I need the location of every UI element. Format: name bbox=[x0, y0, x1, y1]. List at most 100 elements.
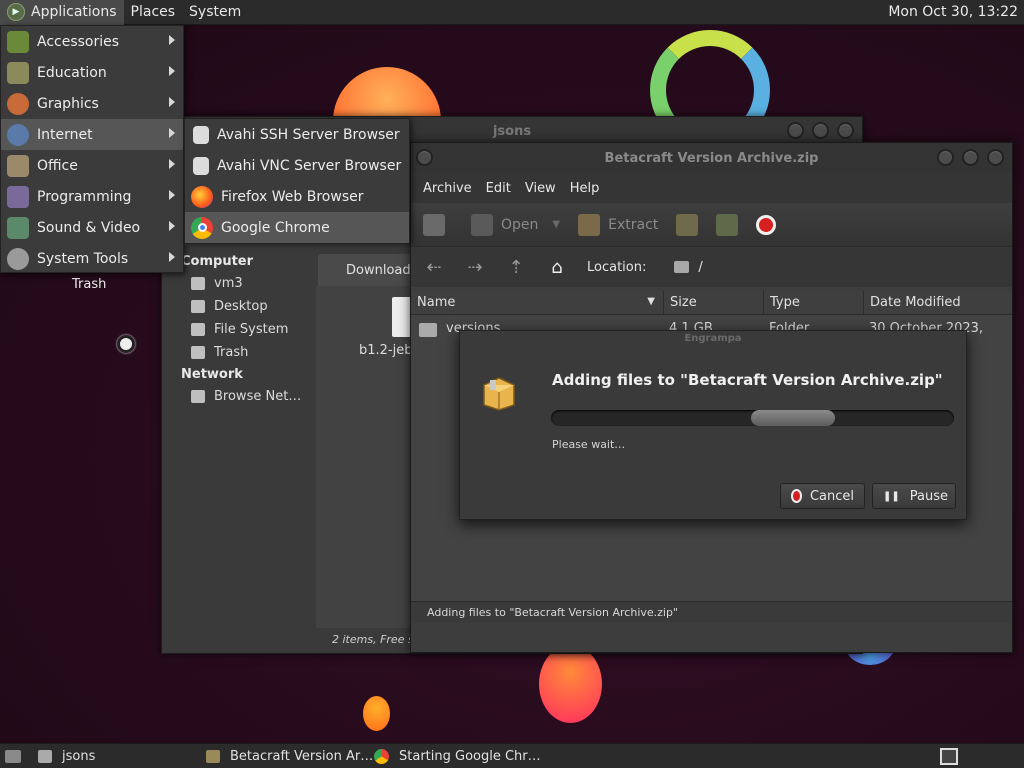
extract-icon bbox=[578, 213, 601, 236]
clock[interactable]: Mon Oct 30, 13:22 bbox=[888, 4, 1024, 20]
column-name-label: Name bbox=[417, 295, 456, 310]
decorative-small-orange bbox=[363, 696, 390, 731]
menu-item-avahi-vnc[interactable]: Avahi VNC Server Browser bbox=[185, 150, 409, 181]
location-value[interactable]: / bbox=[698, 260, 702, 275]
close-button[interactable] bbox=[987, 149, 1004, 166]
sidebar-item-label: Trash bbox=[214, 345, 249, 360]
column-size[interactable]: Size bbox=[664, 291, 764, 314]
sidebar-item-label: vm3 bbox=[214, 276, 243, 291]
network-icon bbox=[191, 390, 205, 403]
system-menu-button[interactable]: System bbox=[182, 0, 248, 25]
sidebar-item-desktop[interactable]: Desktop bbox=[162, 295, 312, 318]
please-wait-text: Please wait… bbox=[552, 438, 626, 451]
dialog-title: Engrampa bbox=[684, 333, 742, 344]
sidebar-item-vm3[interactable]: vm3 bbox=[162, 272, 312, 295]
menu-item-label: Google Chrome bbox=[221, 219, 330, 236]
desktop-icon bbox=[191, 300, 205, 313]
taskbar-item-chrome[interactable]: Starting Google Chr… bbox=[374, 744, 574, 768]
menu-help[interactable]: Help bbox=[563, 181, 607, 196]
menu-item-education[interactable]: Education bbox=[1, 57, 183, 88]
system-tools-icon bbox=[7, 247, 29, 270]
graphics-icon bbox=[7, 92, 29, 115]
chevron-right-icon bbox=[169, 97, 175, 107]
desktop-trash-label[interactable]: Trash bbox=[72, 277, 106, 292]
open-archive-icon bbox=[471, 213, 493, 236]
extract-button[interactable]: Extract bbox=[578, 213, 659, 236]
chevron-down-icon: ▼ bbox=[552, 219, 561, 230]
sidebar-item-file-system[interactable]: File System bbox=[162, 318, 312, 341]
accessories-icon bbox=[7, 30, 29, 53]
menu-item-firefox[interactable]: Firefox Web Browser bbox=[185, 181, 409, 212]
menu-item-programming[interactable]: Programming bbox=[1, 181, 183, 212]
archive-icon bbox=[206, 749, 220, 763]
maximize-button[interactable] bbox=[962, 149, 979, 166]
minimize-button[interactable] bbox=[937, 149, 954, 166]
sidebar-item-label: File System bbox=[214, 322, 289, 337]
file-list-header: Name ▼ Size Type Date Modified bbox=[411, 291, 1012, 315]
extract-label: Extract bbox=[608, 216, 659, 233]
menu-item-internet[interactable]: Internet bbox=[1, 119, 183, 150]
bottom-panel: jsons Betacraft Version Ar… Starting Goo… bbox=[0, 743, 1024, 768]
show-desktop-button[interactable] bbox=[0, 744, 38, 768]
sidebar-item-browse-network[interactable]: Browse Net… bbox=[162, 385, 312, 408]
stop-button[interactable] bbox=[756, 214, 777, 235]
chrome-center bbox=[197, 223, 207, 232]
chevron-right-icon bbox=[169, 190, 175, 200]
office-icon bbox=[7, 154, 29, 177]
mate-logo-icon: ▶ bbox=[7, 3, 25, 21]
trash-icon bbox=[191, 346, 205, 359]
add-folder-icon bbox=[716, 213, 739, 236]
tab-downloads[interactable]: Downloads bbox=[318, 254, 418, 286]
task-label: Betacraft Version Ar… bbox=[230, 748, 374, 764]
top-panel: ▶ Applications Places System Mon Oct 30,… bbox=[0, 0, 1024, 25]
folder-icon bbox=[674, 261, 690, 273]
maximize-button[interactable] bbox=[812, 122, 829, 139]
menu-item-avahi-ssh[interactable]: Avahi SSH Server Browser bbox=[185, 119, 409, 150]
forward-arrow-icon[interactable]: ⇢ bbox=[464, 257, 486, 278]
pause-icon: ❚❚ bbox=[883, 490, 900, 502]
menu-item-accessories[interactable]: Accessories bbox=[1, 26, 183, 57]
cancel-button[interactable]: Cancel bbox=[780, 483, 865, 509]
column-type[interactable]: Type bbox=[764, 291, 864, 314]
menu-item-google-chrome[interactable]: Google Chrome bbox=[185, 212, 409, 243]
sidebar-heading-network: Network bbox=[181, 367, 243, 382]
menu-item-office[interactable]: Office bbox=[1, 150, 183, 181]
minimize-button[interactable] bbox=[787, 122, 804, 139]
sound-video-icon bbox=[7, 216, 29, 239]
menu-item-graphics[interactable]: Graphics bbox=[1, 88, 183, 119]
programming-icon bbox=[7, 185, 29, 208]
applications-menu-button[interactable]: ▶ Applications bbox=[0, 0, 124, 25]
home-icon[interactable]: ⌂ bbox=[546, 257, 568, 278]
menu-item-label: System Tools bbox=[37, 250, 129, 267]
menu-item-sound-video[interactable]: Sound & Video bbox=[1, 212, 183, 243]
open-button[interactable]: Open ▼ bbox=[471, 213, 561, 236]
column-date-modified[interactable]: Date Modified bbox=[864, 291, 1012, 314]
back-arrow-icon[interactable]: ⇠ bbox=[423, 257, 445, 278]
new-archive-button[interactable] bbox=[423, 213, 453, 236]
taskbar-item-jsons[interactable]: jsons bbox=[38, 744, 206, 768]
add-files-button[interactable] bbox=[676, 213, 699, 236]
add-folder-button[interactable] bbox=[716, 213, 739, 236]
column-name[interactable]: Name ▼ bbox=[411, 291, 664, 314]
menu-archive[interactable]: Archive bbox=[416, 181, 479, 196]
dialog-heading: Adding files to "Betacraft Version Archi… bbox=[552, 371, 943, 389]
workspace-switcher[interactable] bbox=[940, 744, 958, 768]
pause-button[interactable]: ❚❚ Pause bbox=[872, 483, 956, 509]
stop-icon bbox=[791, 489, 802, 503]
sidebar-item-trash[interactable]: Trash bbox=[162, 341, 312, 364]
menu-view[interactable]: View bbox=[518, 181, 563, 196]
archive-titlebar[interactable]: Betacraft Version Archive.zip bbox=[411, 143, 1012, 173]
taskbar-item-betacraft[interactable]: Betacraft Version Ar… bbox=[206, 744, 374, 768]
menu-edit[interactable]: Edit bbox=[479, 181, 518, 196]
window-menu-button[interactable] bbox=[416, 149, 433, 166]
progress-bar bbox=[551, 410, 954, 426]
folder-icon bbox=[419, 323, 437, 337]
close-button[interactable] bbox=[837, 122, 854, 139]
places-menu-button[interactable]: Places bbox=[124, 0, 183, 25]
pause-label: Pause bbox=[909, 488, 948, 504]
harddisk-icon bbox=[191, 323, 205, 336]
up-arrow-icon[interactable]: ⇡ bbox=[505, 257, 527, 278]
busy-cursor-icon bbox=[117, 335, 135, 353]
menu-item-system-tools[interactable]: System Tools bbox=[1, 243, 183, 274]
menu-item-label: Avahi SSH Server Browser bbox=[217, 126, 400, 143]
